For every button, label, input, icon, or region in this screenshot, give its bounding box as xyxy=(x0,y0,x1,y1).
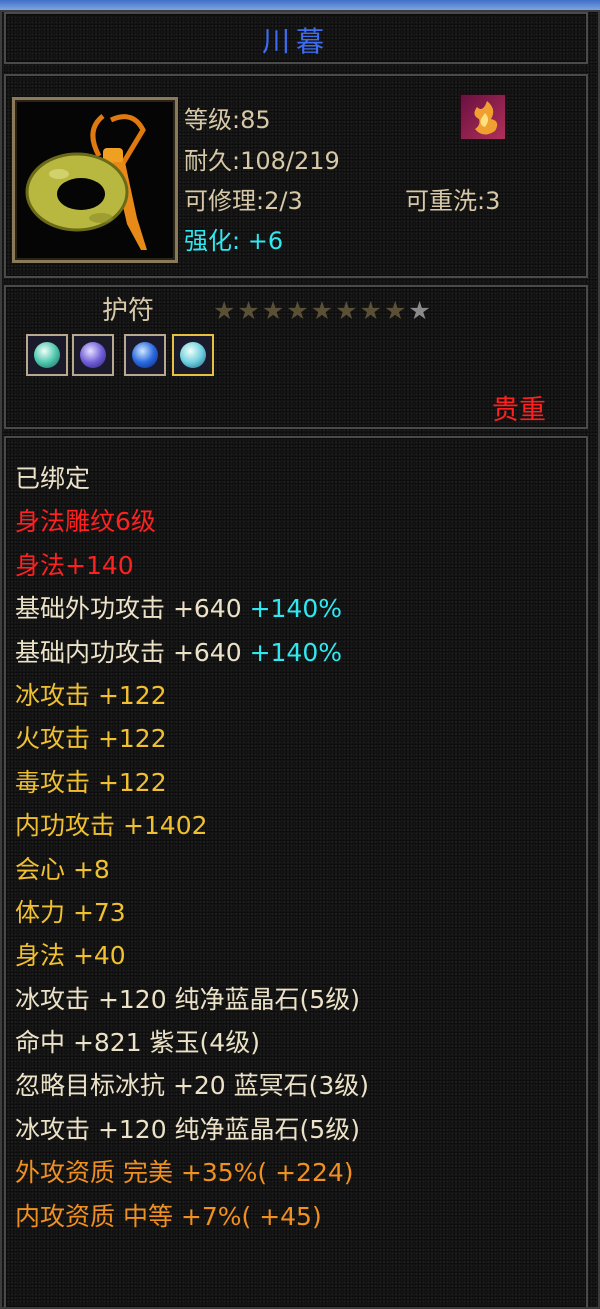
attribute-row: 冰攻击 +120 纯净蓝晶石(5级) xyxy=(15,1114,360,1144)
attribute-row: 外攻资质 完美 +35%( +224) xyxy=(15,1158,354,1188)
window-top-edge xyxy=(0,0,600,10)
star-rating: ★★★★★★★★★ xyxy=(213,296,433,325)
attribute-list: 已绑定 身法雕纹6级 身法+140 基础外功攻击 +640 +140% 基础内功… xyxy=(15,459,369,1240)
star-icon: ★ xyxy=(383,296,409,325)
attribute-row: 内功攻击 +1402 xyxy=(15,811,208,841)
item-slot[interactable] xyxy=(12,97,178,263)
enhance-stat: 强化: +6 xyxy=(184,221,283,256)
attribute-row: 火攻击 +122 xyxy=(15,724,167,754)
attribute-row: 内攻资质 中等 +7%( +45) xyxy=(15,1201,322,1231)
attribute-bonus: +140% xyxy=(249,594,342,624)
star-icon: ★ xyxy=(286,296,311,325)
star-icon: ★ xyxy=(213,296,238,325)
attribute-row: 冰攻击 +120 纯净蓝晶石(5级) xyxy=(15,984,360,1014)
attribute-row: 毒攻击 +122 xyxy=(15,767,167,797)
item-type: 护符 xyxy=(102,296,155,326)
attribute-row: 身法雕纹6级 xyxy=(15,507,156,537)
attribute-row: 基础内功攻击 +640 +140% xyxy=(15,637,342,667)
attribute-row: 冰攻击 +122 xyxy=(15,680,167,710)
blue-gem-icon[interactable] xyxy=(124,334,166,376)
fire-skill-icon xyxy=(474,101,498,135)
cyan-gem-icon[interactable] xyxy=(172,334,214,376)
attribute-row: 命中 +821 紫玉(4级) xyxy=(15,1028,260,1058)
pale-teal-gem-icon[interactable] xyxy=(26,334,68,376)
attribute-row: 体力 +73 xyxy=(15,897,126,927)
star-icon: ★ xyxy=(261,296,287,325)
star-icon: ★ xyxy=(335,296,360,325)
purple-gem-icon[interactable] xyxy=(72,334,114,376)
star-icon: ★ xyxy=(408,296,433,325)
star-icon: ★ xyxy=(359,296,384,325)
star-icon: ★ xyxy=(310,296,336,325)
attribute-row: 身法 +40 xyxy=(15,941,126,971)
skill-icon[interactable] xyxy=(460,94,506,140)
attribute-row: 基础外功攻击 +640 +140% xyxy=(15,594,342,624)
title-panel: 川暮 xyxy=(4,12,588,64)
attribute-row: 会心 +8 xyxy=(15,854,110,884)
rewash-stat: 可重洗:3 xyxy=(405,187,501,215)
repair-stat: 可修理:2/3 xyxy=(184,187,303,215)
enhance-label: 强化: xyxy=(184,227,241,255)
star-icon: ★ xyxy=(237,296,262,325)
level-stat: 等级:85 xyxy=(184,106,271,134)
item-name: 川暮 xyxy=(261,25,330,58)
rarity-label: 贵重 xyxy=(492,395,546,426)
durability-stat: 耐久:108/219 xyxy=(184,147,340,175)
jade-amulet-icon xyxy=(25,114,147,250)
attribute-row: 已绑定 xyxy=(15,464,91,493)
attribute-row: 忽略目标冰抗 +20 蓝冥石(3级) xyxy=(15,1071,370,1101)
attribute-bonus: +140% xyxy=(249,637,342,667)
attribute-row: 身法+140 xyxy=(15,550,134,580)
enhance-value: +6 xyxy=(247,227,284,255)
